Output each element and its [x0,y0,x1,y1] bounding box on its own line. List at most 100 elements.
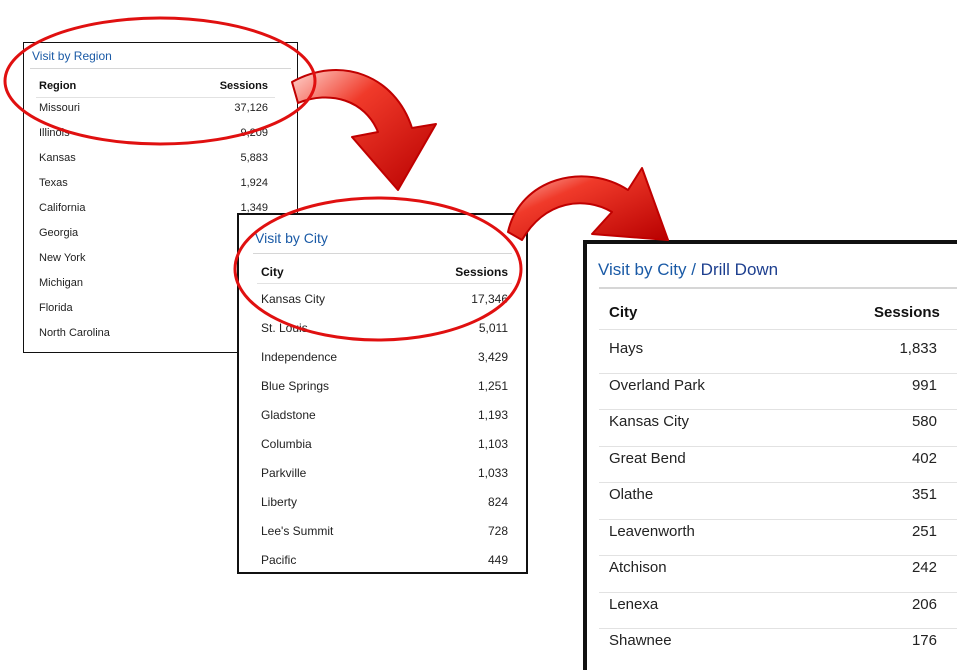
breadcrumb-drill-down[interactable]: Drill Down [701,260,778,279]
drill-panel-title: Visit by City / Drill Down [598,260,778,280]
city-panel-title[interactable]: Visit by City [255,230,328,246]
city-column-header[interactable]: City [261,265,284,279]
row-name[interactable]: Parkville [261,466,306,480]
sessions-column-header[interactable]: Sessions [455,265,508,279]
table-row[interactable]: Overland Park 991 [587,377,957,414]
row-name[interactable]: Atchison [609,559,667,576]
title-divider [599,287,957,289]
table-row[interactable]: Kansas City 17,346 [239,292,526,321]
curved-arrow-icon [507,167,669,241]
region-column-header[interactable]: Region [39,80,76,92]
table-row[interactable]: Great Bend 402 [587,450,957,487]
row-sessions: 1,193 [477,408,508,422]
row-name[interactable]: Michigan [39,277,83,289]
row-sessions: 1,251 [477,379,508,393]
sessions-column-header[interactable]: Sessions [874,304,940,321]
city-panel: Visit by City City Sessions Kansas City 1… [237,213,528,574]
row-sessions: 37,126 [234,102,268,114]
row-name[interactable]: Gladstone [261,408,316,422]
row-sessions: 5,883 [240,152,268,164]
table-row[interactable]: Gladstone 1,193 [239,408,526,437]
row-divider [599,482,957,483]
row-sessions: 824 [487,495,508,509]
row-name[interactable]: Kansas [39,152,76,164]
table-row[interactable]: Pacific 449 [239,553,526,582]
row-name[interactable]: North Carolina [39,327,110,339]
table-row[interactable]: Missouri 37,126 [24,102,297,127]
row-sessions: 991 [911,376,937,394]
row-sessions: 1,924 [240,177,268,189]
row-name[interactable]: St. Louis [261,321,308,335]
table-row[interactable]: Parkville 1,033 [239,466,526,495]
row-name[interactable]: Shawnee [609,632,672,649]
table-row[interactable]: Columbia 1,103 [239,437,526,466]
row-divider [599,591,957,593]
row-name[interactable]: California [39,202,85,214]
row-name[interactable]: Independence [261,350,337,364]
row-name[interactable]: Kansas City [261,292,325,306]
header-divider [599,329,957,330]
row-name[interactable]: Texas [39,177,68,189]
row-name[interactable]: Liberty [261,495,297,509]
row-name[interactable]: Florida [39,302,73,314]
table-row[interactable]: Olathe 351 [587,486,957,523]
row-name[interactable]: Overland Park [609,377,705,394]
breadcrumb-separator: / [686,260,701,279]
row-name[interactable]: Lenexa [609,596,658,613]
row-divider [599,628,957,629]
row-sessions: 17,346 [471,292,508,306]
row-name[interactable]: Olathe [609,486,653,503]
table-row[interactable]: Independence 3,429 [239,350,526,379]
row-name[interactable]: Kansas City [609,413,689,430]
row-name[interactable]: Columbia [261,437,312,451]
row-sessions: 1,103 [477,437,508,451]
row-name[interactable]: Pacific [261,553,296,567]
table-row[interactable]: Shawnee 176 [587,632,957,669]
table-row[interactable]: St. Louis 5,011 [239,321,526,350]
table-row[interactable]: Hays 1,833 [587,340,957,377]
row-name[interactable]: Missouri [39,102,80,114]
drill-down-panel: Visit by City / Drill Down City Sessions… [583,240,957,670]
row-name[interactable]: Georgia [39,227,78,239]
curved-arrow-icon [291,69,437,191]
row-sessions: 9,209 [240,127,268,139]
row-divider [599,445,957,447]
row-sessions: 251 [911,522,937,540]
row-name[interactable]: Blue Springs [261,379,329,393]
breadcrumb-visit-by-city[interactable]: Visit by City [598,260,687,279]
title-divider [253,253,512,254]
row-name[interactable]: Lee's Summit [261,524,333,538]
table-row[interactable]: Illinois 9,209 [24,127,297,152]
row-name[interactable]: Illinois [39,127,70,139]
row-sessions: 1,033 [477,466,508,480]
row-sessions: 1,833 [899,340,937,357]
table-row[interactable]: Atchison 242 [587,559,957,596]
row-sessions: 3,429 [477,350,508,364]
row-name[interactable]: Leavenworth [609,523,695,540]
table-row[interactable]: Liberty 824 [239,495,526,524]
row-divider [599,518,957,520]
row-name[interactable]: Hays [609,340,643,357]
region-panel-title[interactable]: Visit by Region [32,49,112,63]
row-divider [599,409,957,410]
header-divider [36,97,275,98]
table-row[interactable]: Leavenworth 251 [587,523,957,560]
row-sessions: 5,011 [478,321,508,335]
row-sessions: 206 [911,595,937,613]
sessions-column-header[interactable]: Sessions [220,80,268,92]
table-row[interactable]: Kansas 5,883 [24,152,297,177]
table-row[interactable]: Kansas City 580 [587,413,957,450]
row-name[interactable]: New York [39,252,85,264]
row-divider [599,372,957,374]
city-column-header[interactable]: City [609,304,637,321]
table-row[interactable]: Lenexa 206 [587,596,957,633]
row-sessions: 176 [911,632,937,649]
table-row[interactable]: Lee's Summit 728 [239,524,526,553]
row-name[interactable]: Great Bend [609,450,686,467]
row-sessions: 402 [911,449,937,467]
row-divider [599,555,957,556]
table-row[interactable]: Blue Springs 1,251 [239,379,526,408]
row-sessions: 351 [911,486,937,503]
header-divider [257,283,512,284]
table-row[interactable]: Texas 1,924 [24,177,297,202]
